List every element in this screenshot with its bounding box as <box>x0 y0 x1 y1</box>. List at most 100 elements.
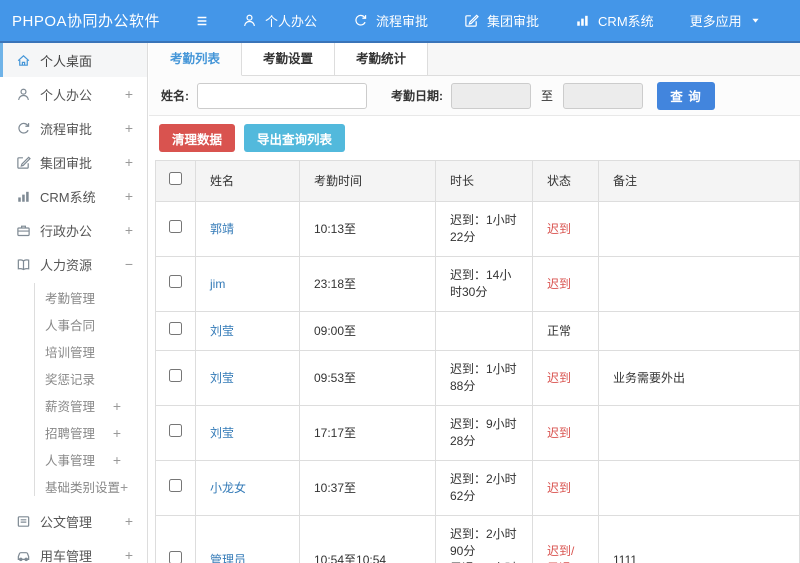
clear-data-button[interactable]: 清理数据 <box>159 124 236 152</box>
top-nav: 个人办公 流程审批 集团审批 CRM系统 更多应用 <box>242 11 761 30</box>
row-checkbox[interactable] <box>169 369 182 382</box>
export-list-button[interactable]: 导出查询列表 <box>244 124 346 152</box>
remark-cell <box>598 311 800 351</box>
tab-attendance-stats[interactable]: 考勤统计 <box>335 43 429 75</box>
sidebar-item-group-approval[interactable]: 集团审批 + <box>0 145 147 179</box>
action-bar: 清理数据 导出查询列表 <box>149 116 800 160</box>
expand-plus-icon[interactable]: + <box>125 547 133 563</box>
date-to-input[interactable] <box>563 82 644 109</box>
expand-plus-icon[interactable]: + <box>125 513 133 529</box>
hamburger-icon[interactable] <box>194 14 210 28</box>
sidebar-item-label: 公文管理 <box>40 514 93 530</box>
top-nav-group-approval[interactable]: 集团审批 <box>464 11 539 30</box>
caret-down-icon <box>750 15 761 26</box>
employee-name-link[interactable]: 刘莹 <box>210 324 234 338</box>
employee-name-link[interactable]: 管理员 <box>210 553 246 563</box>
col-header-time: 考勤时间 <box>299 160 436 202</box>
sidebar-subitem-recruitment-mgmt[interactable]: 招聘管理 + <box>0 419 147 446</box>
name-filter-input[interactable] <box>197 82 367 109</box>
remark-cell <box>598 460 800 516</box>
row-checkbox[interactable] <box>169 220 182 233</box>
doc-icon <box>16 514 31 529</box>
row-checkbox[interactable] <box>169 479 182 492</box>
sidebar-submenu: 考勤管理 人事合同 培训管理 奖惩记录 薪资管理 + 招聘管理 + 人事管理 +… <box>0 281 147 504</box>
expand-plus-icon[interactable]: + <box>125 120 133 136</box>
sidebar-subitem-hr-contract[interactable]: 人事合同 <box>0 311 147 338</box>
sidebar-item-crm-system[interactable]: CRM系统 + <box>0 179 147 213</box>
sidebar-item-label: 用车管理 <box>40 548 93 563</box>
user-icon <box>16 87 31 102</box>
expand-plus-icon[interactable]: + <box>113 398 121 414</box>
chart-icon <box>575 13 590 28</box>
sidebar-item-workflow-approval[interactable]: 流程审批 + <box>0 111 147 145</box>
employee-name-link[interactable]: 小龙女 <box>210 481 246 495</box>
employee-name-link[interactable]: 刘莹 <box>210 371 234 385</box>
tab-attendance-list[interactable]: 考勤列表 <box>149 43 243 76</box>
sidebar-item-personal-office[interactable]: 个人办公 + <box>0 77 147 111</box>
expand-plus-icon[interactable]: + <box>113 452 121 468</box>
sidebar-item-human-resources[interactable]: 人力资源 − <box>0 247 147 281</box>
sidebar-subitem-training-mgmt[interactable]: 培训管理 <box>0 338 147 365</box>
employee-name-link[interactable]: 郭靖 <box>210 222 234 236</box>
attendance-table: 姓名 考勤时间 时长 状态 备注 郭靖 10:13至 迟到：1小时22分 迟到 … <box>155 160 800 563</box>
sidebar-item-vehicle-mgmt[interactable]: 用车管理 + <box>0 538 147 563</box>
top-nav-item-label: 个人办公 <box>265 14 318 29</box>
expand-plus-icon[interactable]: + <box>125 188 133 204</box>
table-row: 刘莹 17:17至 迟到：9小时28分 迟到 <box>155 405 800 461</box>
row-checkbox[interactable] <box>169 551 182 563</box>
expand-plus-icon[interactable]: + <box>125 154 133 170</box>
sidebar-item-label: 个人办公 <box>40 87 93 103</box>
sidebar-item-personal-desktop[interactable]: 个人桌面 <box>0 43 147 77</box>
sidebar-subitem-reward-punishment[interactable]: 奖惩记录 <box>0 365 147 392</box>
expand-plus-icon[interactable]: + <box>125 222 133 238</box>
remark-cell <box>598 256 800 312</box>
top-nav-more-apps[interactable]: 更多应用 <box>690 11 761 30</box>
tab-attendance-settings[interactable]: 考勤设置 <box>242 43 336 75</box>
row-checkbox[interactable] <box>169 322 182 335</box>
edit-icon <box>464 13 479 28</box>
collapse-minus-icon[interactable]: − <box>125 256 133 272</box>
search-button[interactable]: 查 询 <box>657 81 716 110</box>
attendance-time-cell: 09:53至 <box>299 350 436 406</box>
status-cell: 迟到 <box>532 460 599 516</box>
attendance-time-cell: 23:18至 <box>299 256 436 312</box>
sidebar-subitem-attendance-mgmt[interactable]: 考勤管理 <box>0 284 147 311</box>
expand-plus-icon[interactable]: + <box>125 86 133 102</box>
flow-icon <box>353 13 368 28</box>
sidebar-item-label: CRM系统 <box>40 189 96 205</box>
sidebar-item-document-mgmt[interactable]: 公文管理 + <box>0 504 147 538</box>
top-nav-item-label: CRM系统 <box>598 14 654 29</box>
status-cell: 迟到/早退 <box>532 515 599 563</box>
remark-cell <box>598 405 800 461</box>
sidebar-item-admin-office[interactable]: 行政办公 + <box>0 213 147 247</box>
top-nav-personal-office[interactable]: 个人办公 <box>242 11 317 30</box>
table-row: 刘莹 09:00至 正常 <box>155 311 800 351</box>
top-nav-workflow-approval[interactable]: 流程审批 <box>353 11 428 30</box>
top-nav-item-label: 更多应用 <box>689 14 742 29</box>
expand-plus-icon[interactable]: + <box>120 479 128 495</box>
row-checkbox[interactable] <box>169 275 182 288</box>
status-cell: 迟到 <box>532 201 599 257</box>
remark-cell: 1111 <box>598 515 800 563</box>
employee-name-link[interactable]: jim <box>210 277 225 291</box>
chart-icon <box>16 189 31 204</box>
sidebar-subitem-salary-mgmt[interactable]: 薪资管理 + <box>0 392 147 419</box>
date-from-input[interactable] <box>451 82 531 109</box>
top-nav-crm-system[interactable]: CRM系统 <box>575 11 654 30</box>
expand-plus-icon[interactable]: + <box>113 425 121 441</box>
employee-name-link[interactable]: 刘莹 <box>210 426 234 440</box>
car-icon <box>16 548 31 563</box>
sidebar-item-label: 个人桌面 <box>40 53 93 69</box>
sidebar-item-label: 人力资源 <box>40 257 93 273</box>
row-checkbox[interactable] <box>169 424 182 437</box>
select-all-checkbox[interactable] <box>169 172 182 185</box>
sidebar-subitem-base-category-settings[interactable]: 基础类别设置 + <box>0 473 147 500</box>
attendance-time-cell: 10:37至 <box>299 460 436 516</box>
sidebar-item-label: 行政办公 <box>40 223 93 239</box>
sidebar: 个人桌面 个人办公 + 流程审批 + 集团审批 + CRM系统 + 行政办公 +… <box>0 43 148 563</box>
flow-icon <box>16 121 31 136</box>
book-icon <box>16 257 31 272</box>
sidebar-subitem-personnel-mgmt[interactable]: 人事管理 + <box>0 446 147 473</box>
edit-icon <box>16 155 31 170</box>
sidebar-subitem-label: 招聘管理 <box>45 427 96 441</box>
